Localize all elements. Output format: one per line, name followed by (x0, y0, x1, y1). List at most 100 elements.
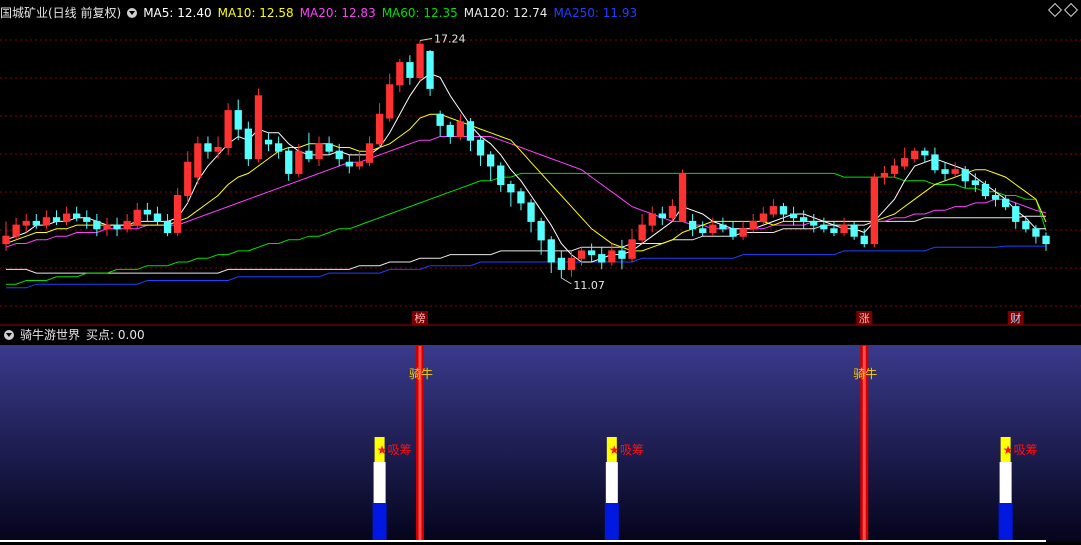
candle-body (810, 220, 818, 226)
candle-body (598, 254, 606, 263)
collapse-icon[interactable] (127, 8, 138, 18)
candle-body (12, 224, 20, 237)
high-price-label: 17.24 (434, 32, 466, 45)
xichou-label: 吸筹 (388, 443, 412, 457)
candle-body (355, 161, 364, 167)
candle-body (991, 195, 1000, 200)
candle-body (63, 213, 71, 222)
candle-body (466, 121, 475, 141)
candle-body (254, 95, 263, 160)
indicator-header: 骑牛游世界 买点: 0.00 (0, 327, 151, 343)
candle-body (769, 206, 778, 215)
candle-body (335, 150, 343, 160)
candle-body (32, 220, 41, 226)
xichou-bar-blue (998, 503, 1013, 540)
collapse-icon[interactable] (4, 330, 14, 340)
candle-body (1032, 228, 1040, 237)
candle-body (699, 228, 707, 234)
candle-body (184, 161, 192, 197)
star-icon: ★ (1003, 443, 1014, 457)
candle-body (709, 224, 717, 234)
candle-body (800, 217, 808, 222)
event-marker: 榜 (414, 311, 425, 325)
candle-body (840, 224, 848, 234)
candle-body (153, 213, 162, 222)
low-pointer (561, 277, 572, 285)
kline-chart[interactable]: 17.2411.07榜涨财★ 吸筹骑牛★ 吸筹骑牛★ 吸筹 (0, 0, 1081, 545)
candle-body (396, 62, 404, 86)
candle-body (729, 228, 737, 237)
candle-body (921, 150, 929, 156)
candle-body (820, 224, 828, 230)
candle-body (759, 213, 768, 222)
candle-body (981, 184, 990, 197)
candle-body (325, 143, 333, 152)
candle-body (880, 172, 889, 178)
candle-body (870, 176, 879, 245)
candle-body (224, 110, 232, 148)
candle-body (476, 139, 485, 156)
stock-title[interactable]: 国城矿业(日线 前复权) (0, 6, 121, 20)
candle-body (860, 235, 868, 245)
candle-body (901, 158, 909, 167)
candle-body (103, 224, 111, 230)
candle-body (517, 191, 525, 204)
xichou-label: 吸筹 (1014, 443, 1038, 457)
ma20-label: MA20: 12.83 (299, 6, 376, 20)
candle-body (426, 51, 434, 89)
candle-body (689, 220, 697, 230)
low-price-label: 11.07 (573, 279, 605, 292)
candle-body (487, 154, 495, 167)
candle-body (133, 209, 141, 226)
candle-body (305, 150, 313, 160)
candle-body (436, 113, 444, 126)
candle-body (931, 154, 939, 171)
candle-body (789, 213, 798, 219)
candle-body (749, 220, 757, 230)
xichou-bar-white (999, 462, 1012, 503)
candle-body (295, 150, 303, 174)
candle-body (244, 128, 252, 160)
candle-body (406, 62, 414, 78)
ma5-line (5, 73, 1046, 263)
xichou-label: 吸筹 (620, 443, 644, 457)
chart-window: 17.24 11.07 榜涨财 ★ 吸筹 骑牛 ★ 吸筹 骑牛 ★ 吸筹 国城矿业(日线 前复权) M… (0, 0, 1081, 545)
candle-body (52, 217, 61, 222)
candle-body (830, 228, 838, 234)
candle-body (497, 165, 505, 185)
candle-body (214, 147, 222, 152)
xichou-bar-white (605, 462, 618, 503)
candle-body (850, 224, 858, 237)
candle-body (365, 143, 374, 163)
candle-body (537, 220, 545, 241)
xichou-bar-blue (372, 503, 387, 540)
candle-body (638, 224, 646, 241)
ma60-label: MA60: 12.35 (381, 6, 458, 20)
candle-body (648, 213, 656, 226)
candle-body (547, 239, 555, 263)
xichou-bar-white (373, 462, 386, 503)
candle-body (22, 220, 30, 226)
candle-body (608, 250, 616, 263)
candle-body (315, 143, 323, 160)
buy-point-value: 买点: 0.00 (86, 328, 145, 342)
candle-body (234, 110, 242, 130)
candle-body (941, 169, 949, 174)
candle-body (507, 184, 515, 193)
candle-body (275, 143, 283, 152)
candle-body (113, 224, 121, 230)
ma250-label: MA250: 11.93 (553, 6, 638, 20)
qiniu-label: 骑牛 (853, 366, 877, 381)
candle-body (163, 220, 172, 233)
candle-body (123, 220, 131, 230)
candle-body (739, 228, 747, 237)
star-icon: ★ (377, 443, 388, 457)
indicator-name[interactable]: 骑牛游世界 (20, 328, 80, 342)
candle-body (93, 220, 101, 230)
candle-body (1012, 206, 1020, 222)
candle-body (658, 213, 667, 219)
candle-body (678, 172, 687, 222)
candle-body (779, 206, 788, 215)
ma250-line (6, 245, 1046, 289)
candle-body (719, 224, 727, 230)
